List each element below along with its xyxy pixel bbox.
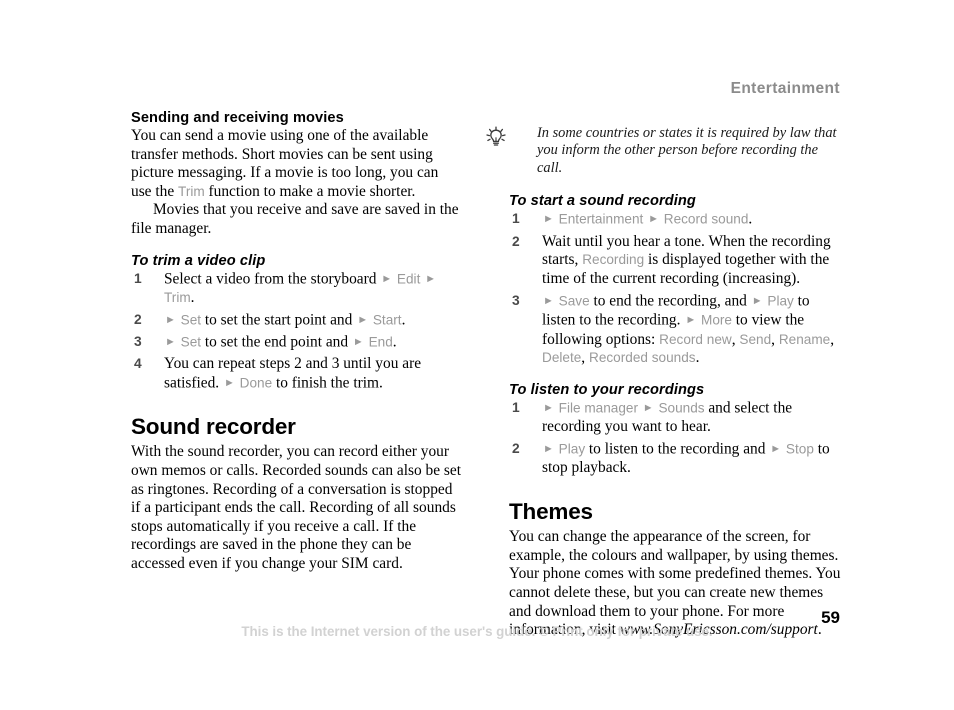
menu-label: Save xyxy=(554,293,594,309)
running-head: Entertainment xyxy=(730,80,840,97)
lightbulb-tip-icon xyxy=(484,126,508,150)
menu-arrow-icon: ► xyxy=(165,313,176,326)
step-item: 4 You can repeat steps 2 and 3 until you … xyxy=(131,355,461,393)
menu-label: Done xyxy=(235,375,276,391)
menu-arrow-icon: ► xyxy=(352,335,364,348)
right-column: In some countries or states it is requir… xyxy=(486,125,845,640)
step-number: 1 xyxy=(134,270,142,286)
heading-sound-recorder: Sound recorder xyxy=(131,414,296,440)
step-text: to listen to the recording and xyxy=(588,440,770,458)
step-text: , xyxy=(771,330,779,348)
heading-to-start-a-sound-recording: To start a sound recording xyxy=(509,193,696,210)
steps-listen-recordings: 1 ► File manager ► Sounds and select the … xyxy=(509,399,845,478)
step-item: 3 ► Save to end the recording, and ► Play… xyxy=(509,292,845,368)
step-text: . xyxy=(695,349,700,367)
menu-label: Stop xyxy=(782,441,818,457)
menu-arrow-icon: ► xyxy=(543,402,554,415)
step-item: 1 Select a video from the storyboard ► Ed… xyxy=(131,270,461,308)
step-item: 2 ► Set to set the start point and ► Star… xyxy=(131,311,461,330)
menu-label: Record new xyxy=(659,331,732,347)
menu-label: Trim xyxy=(164,289,191,305)
menu-arrow-icon: ► xyxy=(357,313,369,326)
step-item: 1 ► Entertainment ► Record sound. xyxy=(509,210,845,229)
menu-label: Recording xyxy=(582,252,645,268)
tip-note: In some countries or states it is requir… xyxy=(486,125,845,177)
step-number: 1 xyxy=(512,400,520,416)
menu-arrow-icon: ► xyxy=(770,443,782,456)
step-number: 3 xyxy=(512,292,520,308)
paragraph-movies-saved: Movies that you receive and save are sav… xyxy=(131,201,459,237)
step-text: . xyxy=(190,288,195,306)
menu-label: Sounds xyxy=(654,400,709,416)
menu-arrow-icon: ► xyxy=(642,402,654,415)
step-number: 2 xyxy=(512,441,520,457)
menu-label: Delete xyxy=(542,350,582,366)
step-text: Select a video from the storyboard xyxy=(164,270,381,288)
step-item: 2 Wait until you hear a tone. When the re… xyxy=(509,233,845,289)
menu-arrow-icon: ► xyxy=(425,272,437,285)
menu-arrow-icon: ► xyxy=(648,213,659,226)
menu-arrow-icon: ► xyxy=(543,213,554,226)
menu-arrow-icon: ► xyxy=(685,314,697,327)
step-number: 2 xyxy=(134,311,142,327)
menu-label: Rename xyxy=(778,331,831,347)
heading-to-listen-to-your-recordings: To listen to your recordings xyxy=(509,382,705,399)
menu-label: Play xyxy=(554,441,589,457)
step-text: to set the end point and xyxy=(204,333,352,351)
left-column: Sending and receiving movies You can sen… xyxy=(131,110,461,574)
menu-label: More xyxy=(697,312,736,328)
step-text: to end the recording, and xyxy=(593,292,751,310)
menu-arrow-icon: ► xyxy=(543,443,554,456)
menu-label: Play xyxy=(763,293,798,309)
heading-themes: Themes xyxy=(509,499,593,525)
footer-note: This is the Internet version of the user… xyxy=(241,624,713,639)
menu-label-trim: Trim xyxy=(178,183,205,199)
step-text: to set the start point and xyxy=(204,311,357,329)
step-text: , xyxy=(581,349,589,367)
menu-label: Entertainment xyxy=(554,211,648,227)
step-item: 1 ► File manager ► Sounds and select the … xyxy=(509,399,845,437)
paragraph-sending-movies: You can send a movie using one of the av… xyxy=(131,127,461,201)
menu-label: Recorded sounds xyxy=(589,350,696,366)
step-number: 3 xyxy=(134,333,142,349)
step-number: 4 xyxy=(134,356,142,372)
menu-label: Start xyxy=(369,312,402,328)
step-number: 2 xyxy=(512,233,520,249)
menu-label: Send xyxy=(739,331,772,347)
step-text: . xyxy=(401,311,406,329)
menu-label: Record sound xyxy=(659,211,749,227)
menu-label: End xyxy=(364,334,393,350)
menu-arrow-icon: ► xyxy=(751,294,763,307)
step-text: . xyxy=(392,333,397,351)
heading-sending-receiving-movies: Sending and receiving movies xyxy=(131,110,344,126)
menu-label: File manager xyxy=(554,400,642,416)
menu-arrow-icon: ► xyxy=(224,377,235,390)
step-item: 2 ► Play to listen to the recording and ►… xyxy=(509,440,845,478)
heading-to-trim-a-video-clip: To trim a video clip xyxy=(131,252,266,269)
steps-start-sound-recording: 1 ► Entertainment ► Record sound. 2 Wait un… xyxy=(509,210,845,368)
steps-trim-video: 1 Select a video from the storyboard ► Ed… xyxy=(131,270,461,394)
menu-label: Set xyxy=(176,312,205,328)
step-text: . xyxy=(748,210,753,228)
step-number: 1 xyxy=(512,211,520,227)
tip-text: In some countries or states it is requir… xyxy=(537,125,837,176)
step-text: to finish the trim. xyxy=(275,374,383,392)
menu-label: Set xyxy=(176,334,205,350)
menu-arrow-icon: ► xyxy=(543,294,554,307)
menu-arrow-icon: ► xyxy=(165,335,176,348)
menu-arrow-icon: ► xyxy=(381,272,393,285)
step-item: 3 ► Set to set the end point and ► End. xyxy=(131,333,461,352)
paragraph-sound-recorder: With the sound recorder, you can record … xyxy=(131,443,461,572)
movies-text-b: function to make a movie shorter. xyxy=(204,182,416,200)
step-text: , xyxy=(830,330,835,348)
menu-label: Edit xyxy=(393,271,425,287)
